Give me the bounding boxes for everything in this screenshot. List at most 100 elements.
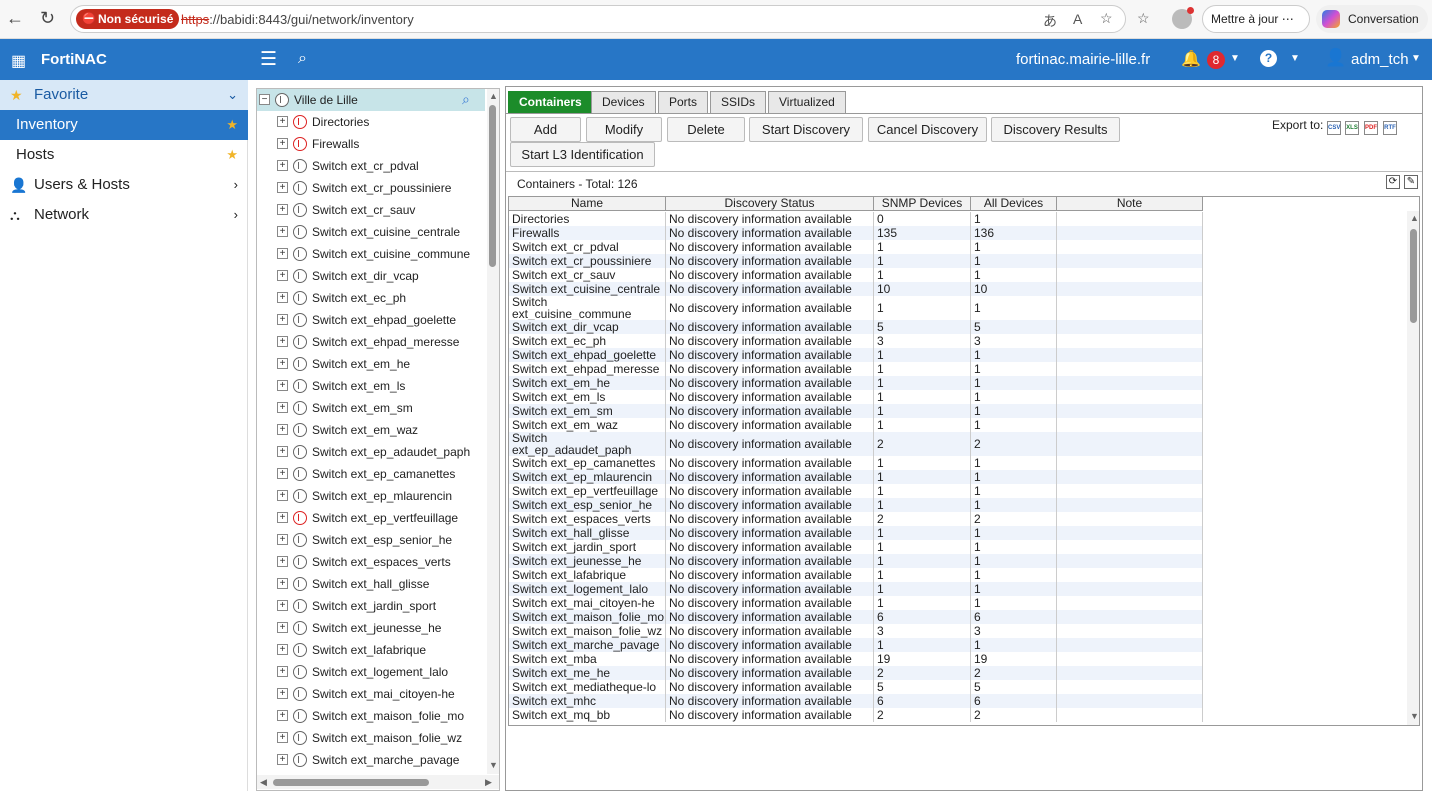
tree-node[interactable]: + Switch ext_ep_camanettes (277, 463, 487, 485)
tree-node[interactable]: + Switch ext_jeunesse_he (277, 617, 487, 639)
tree-vertical-scrollbar[interactable]: ▲ ▼ (487, 89, 499, 774)
scroll-thumb[interactable] (1410, 229, 1417, 323)
sidebar-item-users-hosts[interactable]: 👤 Users & Hosts › (0, 170, 248, 200)
expand-icon[interactable]: + (277, 468, 288, 479)
tree-node[interactable]: + Switch ext_espaces_verts (277, 551, 487, 573)
tree-node[interactable]: + Switch ext_cuisine_commune (277, 243, 487, 265)
expand-icon[interactable]: + (277, 732, 288, 743)
table-row[interactable]: Directories No discovery information avai… (509, 212, 1203, 226)
sidebar-item-favorite[interactable]: ★ Favorite ⌄ (0, 80, 248, 110)
scroll-down-icon[interactable]: ▼ (1410, 711, 1419, 721)
user-icon[interactable]: 👤 (1325, 48, 1346, 68)
expand-icon[interactable]: + (277, 160, 288, 171)
table-row[interactable]: Switch ext_lafabrique No discovery inform… (509, 568, 1203, 582)
table-row[interactable]: Switch ext_hall_glisse No discovery infor… (509, 526, 1203, 540)
help-icon[interactable]: ? (1260, 50, 1277, 67)
column-header[interactable]: Discovery Status (666, 197, 874, 211)
conversation-button[interactable]: Conversation (1316, 5, 1428, 33)
menu-icon[interactable]: ☰ (260, 48, 277, 71)
expand-icon[interactable]: + (277, 270, 288, 281)
tree-node[interactable]: + Switch ext_em_waz (277, 419, 487, 441)
expand-icon[interactable]: + (277, 688, 288, 699)
expand-icon[interactable]: + (277, 182, 288, 193)
app-grid-icon[interactable]: ▦ (11, 51, 26, 71)
expand-icon[interactable]: + (277, 424, 288, 435)
start-l3-identification-button[interactable]: Start L3 Identification (510, 142, 655, 167)
tab-containers[interactable]: Containers (508, 91, 593, 113)
column-header[interactable]: Name (509, 197, 666, 211)
table-row[interactable]: Switch ext_cr_pdval No discovery informat… (509, 240, 1203, 254)
add-button[interactable]: Add (510, 117, 581, 142)
tree-node[interactable]: + Switch ext_maison_folie_mo (277, 705, 487, 727)
bell-icon[interactable]: 🔔 (1181, 49, 1201, 69)
table-row[interactable]: Switch ext_espaces_verts No discovery inf… (509, 512, 1203, 526)
tree-node[interactable]: + Switch ext_lafabrique (277, 639, 487, 661)
table-row[interactable]: Switch ext_logement_lalo No discovery inf… (509, 582, 1203, 596)
table-vertical-scrollbar[interactable]: ▲ ▼ (1407, 211, 1419, 725)
tree-node[interactable]: + Switch ext_cuisine_centrale (277, 221, 487, 243)
table-row[interactable]: Switch ext_em_waz No discovery informatio… (509, 418, 1203, 432)
table-row[interactable]: Switch ext_mediatheque-lo No discovery in… (509, 680, 1203, 694)
expand-icon[interactable]: + (277, 248, 288, 259)
cancel-discovery-button[interactable]: Cancel Discovery (868, 117, 987, 142)
expand-icon[interactable]: + (277, 754, 288, 765)
tree-node[interactable]: + Switch ext_ehpad_meresse (277, 331, 487, 353)
expand-icon[interactable]: + (277, 600, 288, 611)
table-row[interactable]: Switch ext_em_ls No discovery information… (509, 390, 1203, 404)
search-icon[interactable]: ⌕ (298, 50, 307, 68)
tree-node[interactable]: + Switch ext_ep_adaudet_paph (277, 441, 487, 463)
read-aloud-icon[interactable]: A (1073, 11, 1082, 27)
table-row[interactable]: Firewalls No discovery information availa… (509, 226, 1203, 240)
star-icon[interactable]: ★ (226, 140, 238, 170)
favorite-star-icon[interactable]: ☆ (1100, 10, 1113, 27)
search-icon[interactable]: ⌕ (462, 91, 470, 108)
chevron-down-icon[interactable]: ▼ (1230, 53, 1240, 64)
table-row[interactable]: Switch ext_cuisine_commune No discovery i… (509, 296, 1203, 320)
tree-node[interactable]: + Switch ext_ehpad_goelette (277, 309, 487, 331)
tree-node[interactable]: + Switch ext_logement_lalo (277, 661, 487, 683)
table-row[interactable]: Switch ext_cuisine_centrale No discovery … (509, 282, 1203, 296)
table-row[interactable]: Switch ext_em_he No discovery information… (509, 376, 1203, 390)
tree-node[interactable]: + Switch ext_dir_vcap (277, 265, 487, 287)
table-row[interactable]: Switch ext_mq_bb No discovery information… (509, 708, 1203, 722)
discovery-results-button[interactable]: Discovery Results (991, 117, 1120, 142)
tree-node[interactable]: + Directories (277, 111, 487, 133)
tree-node[interactable]: + Switch ext_ep_mlaurencin (277, 485, 487, 507)
table-row[interactable]: Switch ext_ep_adaudet_paph No discovery i… (509, 432, 1203, 456)
table-row[interactable]: Switch ext_ehpad_goelette No discovery in… (509, 348, 1203, 362)
username[interactable]: adm_tch (1351, 51, 1409, 68)
expand-icon[interactable]: + (277, 644, 288, 655)
settings-icon[interactable]: ✎ (1404, 175, 1418, 189)
tree-node[interactable]: + Switch ext_marche_pavage (277, 749, 487, 771)
table-row[interactable]: Switch ext_maison_folie_mo No discovery i… (509, 610, 1203, 624)
scroll-left-icon[interactable]: ◀ (260, 777, 267, 788)
table-row[interactable]: Switch ext_mai_citoyen-he No discovery in… (509, 596, 1203, 610)
expand-icon[interactable]: + (277, 116, 288, 127)
collapse-icon[interactable]: − (259, 94, 270, 105)
tree-node[interactable]: + Switch ext_hall_glisse (277, 573, 487, 595)
back-icon[interactable]: ← (6, 8, 24, 29)
sidebar-item-inventory[interactable]: Inventory ★ (0, 110, 248, 140)
sidebar-item-hosts[interactable]: Hosts ★ (0, 140, 248, 170)
reload-icon[interactable]: ↻ (40, 8, 55, 29)
table-row[interactable]: Switch ext_jeunesse_he No discovery infor… (509, 554, 1203, 568)
table-row[interactable]: Switch ext_ehpad_meresse No discovery inf… (509, 362, 1203, 376)
expand-icon[interactable]: + (277, 314, 288, 325)
table-row[interactable]: Switch ext_marche_pavage No discovery inf… (509, 638, 1203, 652)
tree-node[interactable]: + Switch ext_esp_senior_he (277, 529, 487, 551)
translate-icon[interactable]: あ (1043, 11, 1057, 31)
expand-icon[interactable]: + (277, 490, 288, 501)
sidebar-item-network[interactable]: ⛬ Network › (0, 200, 248, 230)
expand-icon[interactable]: + (277, 666, 288, 677)
table-row[interactable]: Switch ext_ep_camanettes No discovery inf… (509, 456, 1203, 470)
table-row[interactable]: Switch ext_dir_vcap No discovery informat… (509, 320, 1203, 334)
tab-ssids[interactable]: SSIDs (710, 91, 767, 113)
tab-virtualized-devices[interactable]: Virtualized Devices (768, 91, 846, 130)
tree-node[interactable]: + Switch ext_ec_ph (277, 287, 487, 309)
table-row[interactable]: Switch ext_cr_sauv No discovery informati… (509, 268, 1203, 282)
scroll-up-icon[interactable]: ▲ (1410, 213, 1419, 223)
expand-icon[interactable]: + (277, 138, 288, 149)
expand-icon[interactable]: + (277, 292, 288, 303)
tree-root[interactable]: − Ville de Lille ⌕ (257, 89, 485, 111)
table-row[interactable]: Switch ext_ec_ph No discovery information… (509, 334, 1203, 348)
